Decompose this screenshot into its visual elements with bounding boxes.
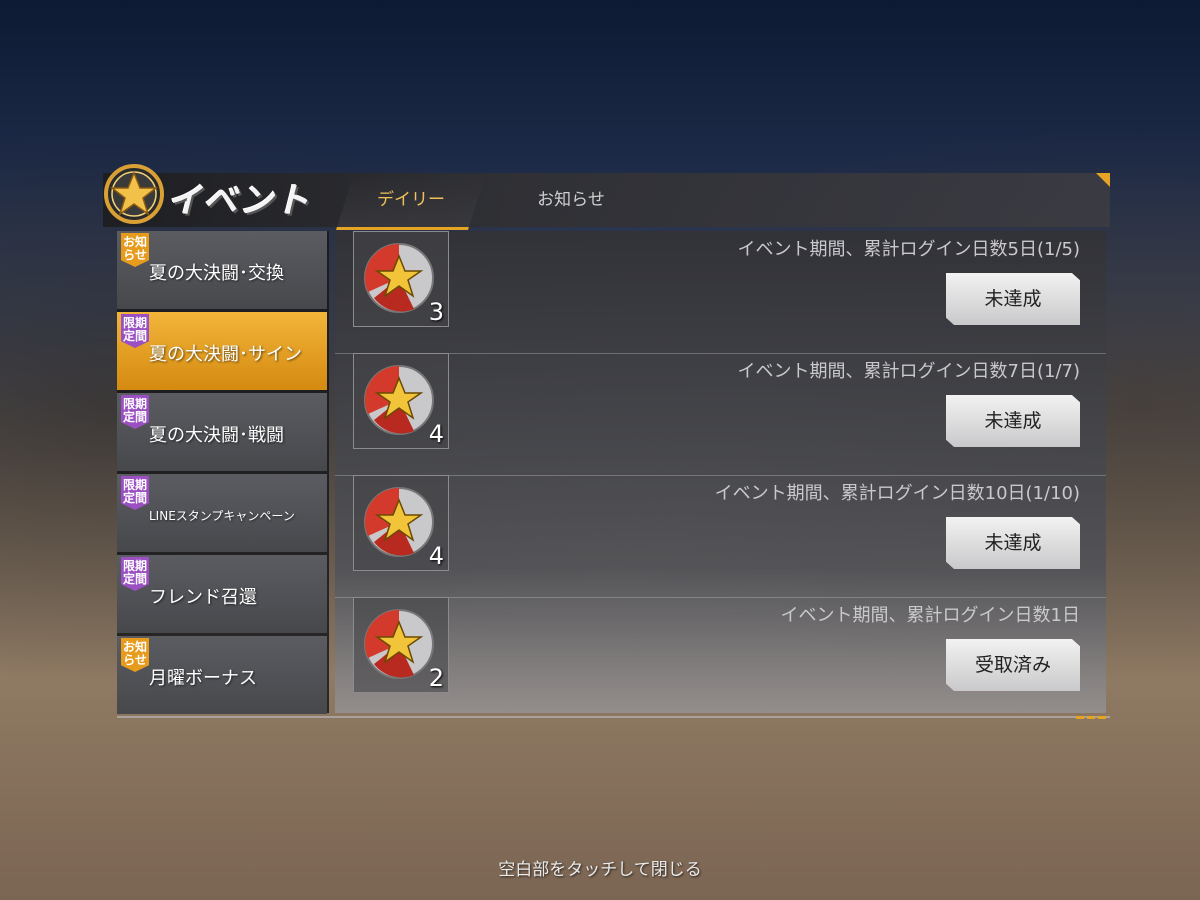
- close-hint[interactable]: 空白部をタッチして閉じる: [0, 855, 1200, 880]
- corner-accent: [1096, 173, 1110, 187]
- sidebar-item-label: LINEスタンプキャンペーン: [149, 509, 295, 523]
- reward-count: 4: [428, 420, 444, 448]
- limited-badge: 限期 定間: [121, 314, 149, 348]
- corner-deco: [1076, 716, 1106, 719]
- sidebar-item-label: 月曜ボーナス: [149, 668, 257, 689]
- sidebar-item-line-stamp[interactable]: 限期 定間 LINEスタンプキャンペーン: [117, 474, 327, 552]
- notice-badge: お知 らせ: [121, 638, 149, 672]
- reward-row: 2 イベント期間、累計ログイン日数1日 受取済み: [335, 597, 1106, 719]
- status-button[interactable]: 未達成: [946, 395, 1080, 447]
- reward-item-slot[interactable]: 3: [353, 231, 449, 327]
- reward-description: イベント期間、累計ログイン日数10日(1/10): [714, 483, 1080, 504]
- sidebar-item-summer-exchange[interactable]: お知 らせ 夏の大決闘･交換: [117, 231, 327, 309]
- sidebar-item-summer-battle[interactable]: 限期 定間 夏の大決闘･戦闘: [117, 393, 327, 471]
- page-title: イベント: [167, 181, 311, 221]
- reward-row: 4 イベント期間、累計ログイン日数7日(1/7) 未達成: [335, 353, 1106, 476]
- reward-item-slot[interactable]: 4: [353, 475, 449, 571]
- reward-description: イベント期間、累計ログイン日数1日: [780, 605, 1080, 626]
- reward-list: 3 イベント期間、累計ログイン日数5日(1/5) 未達成 4 イベント期間、累計…: [335, 231, 1106, 713]
- panel-bottom-divider: [117, 716, 1110, 718]
- status-button[interactable]: 未達成: [946, 517, 1080, 569]
- status-button[interactable]: 未達成: [946, 273, 1080, 325]
- sidebar-item-label: 夏の大決闘･交換: [149, 263, 284, 284]
- event-star-logo-icon: [104, 164, 164, 224]
- reward-row: 3 イベント期間、累計ログイン日数5日(1/5) 未達成: [335, 231, 1106, 354]
- reward-item-slot[interactable]: 4: [353, 353, 449, 449]
- reward-row: 4 イベント期間、累計ログイン日数10日(1/10) 未達成: [335, 475, 1106, 598]
- limited-badge: 限期 定間: [121, 476, 149, 510]
- reward-item-slot[interactable]: 2: [353, 597, 449, 693]
- reward-description: イベント期間、累計ログイン日数7日(1/7): [737, 361, 1080, 382]
- sidebar-item-summer-sign[interactable]: 限期 定間 夏の大決闘･サイン: [117, 312, 327, 390]
- sidebar-item-label: フレンド召還: [149, 587, 257, 608]
- reward-count: 4: [428, 542, 444, 570]
- notice-badge: お知 らせ: [121, 233, 149, 267]
- status-button[interactable]: 受取済み: [946, 639, 1080, 691]
- sidebar-item-friend-recall[interactable]: 限期 定間 フレンド召還: [117, 555, 327, 633]
- tab-daily[interactable]: デイリー: [336, 173, 486, 230]
- sidebar-item-monday-bonus[interactable]: お知 らせ 月曜ボーナス: [117, 636, 327, 714]
- reward-description: イベント期間、累計ログイン日数5日(1/5): [737, 239, 1080, 260]
- limited-badge: 限期 定間: [121, 557, 149, 591]
- event-sidebar: お知 らせ 夏の大決闘･交換 限期 定間 夏の大決闘･サイン 限期 定間 夏の大決闘･…: [117, 231, 329, 714]
- limited-badge: 限期 定間: [121, 395, 149, 429]
- reward-count: 2: [428, 664, 444, 692]
- sidebar-item-label: 夏の大決闘･サイン: [149, 344, 302, 365]
- tab-news[interactable]: お知らせ: [496, 173, 646, 227]
- event-panel: イベント デイリー お知らせ お知 らせ 夏の大決闘･交換 限期 定間 夏の大決闘･…: [103, 163, 1110, 723]
- reward-count: 3: [428, 298, 444, 326]
- sidebar-item-label: 夏の大決闘･戦闘: [149, 425, 284, 446]
